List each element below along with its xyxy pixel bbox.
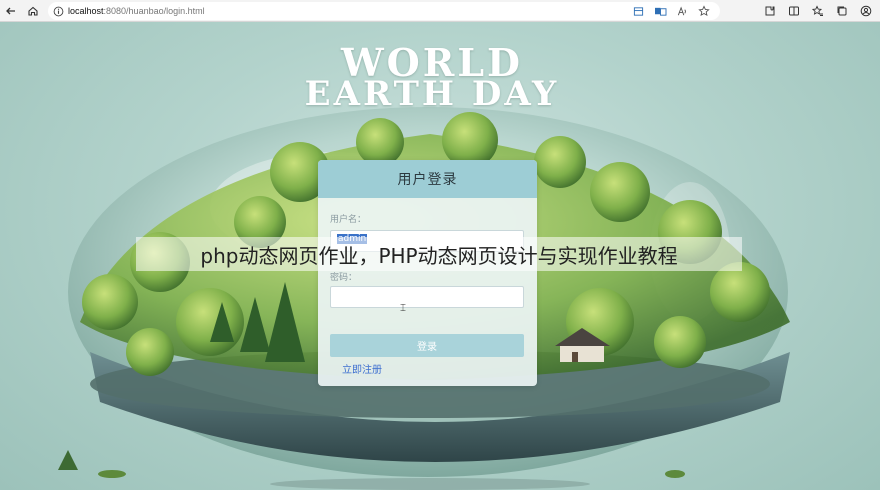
watermark-caption: php动态网页作业，PHP动态网页设计与实现作业教程 bbox=[136, 237, 742, 271]
password-label: 密码： bbox=[330, 273, 358, 283]
text-cursor-icon: ⌶ bbox=[400, 303, 406, 314]
extensions-icon[interactable] bbox=[762, 3, 778, 19]
home-icon[interactable] bbox=[22, 0, 44, 22]
url-path: :8080/huanbao/login.html bbox=[103, 6, 205, 16]
info-icon[interactable] bbox=[48, 6, 68, 17]
login-form: 用户登录 用户名： admin 密码： ⌶ 登录 立即注册 bbox=[318, 160, 537, 386]
translate-icon[interactable] bbox=[652, 3, 668, 19]
favorites-bar-icon[interactable] bbox=[810, 3, 826, 19]
browser-toolbar: localhost:8080/huanbao/login.html bbox=[0, 0, 880, 22]
username-label: 用户名： bbox=[330, 215, 367, 225]
banner-title-line2: EARTH DAY bbox=[304, 74, 560, 114]
back-icon[interactable] bbox=[0, 0, 22, 22]
address-bar[interactable]: localhost:8080/huanbao/login.html bbox=[48, 2, 720, 20]
collections-icon[interactable] bbox=[834, 3, 850, 19]
login-button[interactable]: 登录 bbox=[330, 334, 524, 357]
password-field[interactable] bbox=[330, 286, 524, 308]
url-host: localhost bbox=[68, 6, 104, 16]
register-link[interactable]: 立即注册 bbox=[342, 361, 382, 376]
favorite-icon[interactable] bbox=[696, 3, 712, 19]
url-text[interactable]: localhost:8080/huanbao/login.html bbox=[68, 6, 630, 16]
login-title: 用户登录 bbox=[318, 160, 537, 198]
grid-icon[interactable] bbox=[630, 3, 646, 19]
profile-icon[interactable] bbox=[858, 3, 874, 19]
read-aloud-icon[interactable] bbox=[674, 3, 690, 19]
split-screen-icon[interactable] bbox=[786, 3, 802, 19]
login-page-background: WORLD EARTH DAY 用户登录 用户名： admin 密码： ⌶ 登录… bbox=[0, 22, 880, 490]
